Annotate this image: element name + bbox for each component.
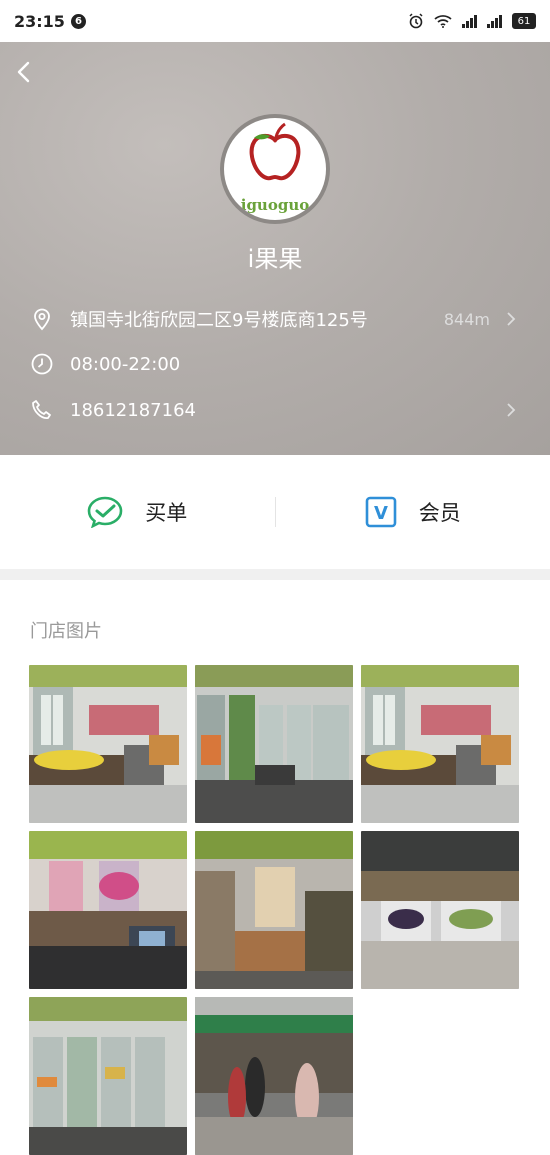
store-logo: iguoguo	[220, 114, 330, 224]
status-time: 23:15	[14, 12, 65, 31]
store-photo-gallery	[29, 665, 519, 1155]
wifi-icon	[434, 14, 452, 28]
chevron-right-icon	[504, 403, 518, 417]
hours-text: 08:00-22:00	[70, 354, 180, 375]
battery-icon: 61	[512, 13, 536, 29]
apple-logo-icon	[224, 118, 326, 198]
notification-badge: 6	[71, 14, 86, 29]
member-label: 会员	[419, 497, 461, 527]
signal-icon-2	[487, 14, 502, 28]
alarm-icon	[408, 13, 424, 29]
phone-text: 18612187164	[70, 400, 196, 421]
store-photo[interactable]	[29, 665, 187, 823]
logo-text: iguoguo	[224, 196, 326, 214]
store-photo[interactable]	[195, 831, 353, 989]
member-icon-letter: V	[374, 503, 388, 524]
member-button[interactable]: V 会员	[276, 496, 550, 528]
store-header: iguoguo i果果 镇国寺北街欣园二区9号楼底商125号 844m 08:0…	[0, 42, 550, 455]
section-separator	[0, 569, 550, 580]
chevron-right-icon	[504, 312, 518, 326]
address-text: 镇国寺北街欣园二区9号楼底商125号	[70, 306, 368, 332]
clock-icon	[30, 352, 54, 376]
back-arrow-icon[interactable]	[12, 60, 36, 84]
store-photo[interactable]	[29, 997, 187, 1155]
phone-icon	[30, 398, 54, 422]
action-bar: 买单 V 会员	[0, 455, 550, 569]
store-photo[interactable]	[361, 831, 519, 989]
store-photo[interactable]	[361, 665, 519, 823]
pay-label: 买单	[145, 497, 187, 527]
member-v-icon: V	[365, 496, 397, 528]
store-name: i果果	[0, 239, 550, 274]
distance-text: 844m	[444, 310, 490, 329]
store-photo[interactable]	[29, 831, 187, 989]
location-pin-icon	[30, 307, 54, 331]
pay-button[interactable]: 买单	[0, 496, 275, 528]
phone-row[interactable]: 18612187164	[30, 395, 530, 425]
store-photo[interactable]	[195, 997, 353, 1155]
hours-row: 08:00-22:00	[30, 349, 530, 379]
store-photo[interactable]	[195, 665, 353, 823]
signal-icon	[462, 14, 477, 28]
wechat-pay-icon	[87, 496, 123, 528]
gallery-title: 门店图片	[30, 617, 102, 643]
address-row[interactable]: 镇国寺北街欣园二区9号楼底商125号 844m	[30, 304, 530, 334]
status-bar: 23:15 6 61	[0, 0, 550, 42]
